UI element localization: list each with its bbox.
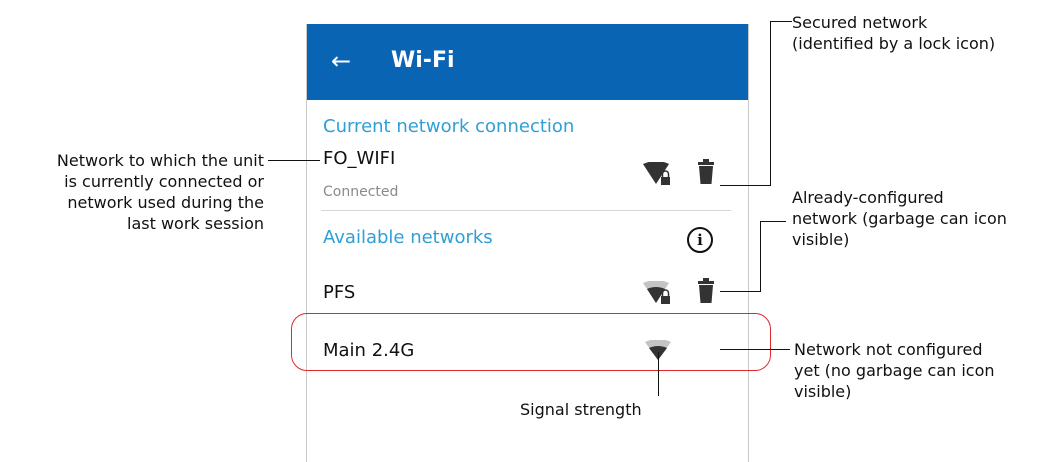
callout-line (720, 349, 790, 350)
annotation-line: Network to which the unit (56, 151, 264, 170)
annotation-line: is currently connected or (64, 172, 264, 191)
network-name: PFS (323, 282, 356, 303)
annotation-line: network used during the (67, 193, 264, 212)
annotation-configured-network: Already-configured network (garbage can … (792, 187, 1007, 250)
annotation-line: Network not configured (794, 340, 983, 359)
annotation-line: (identified by a lock icon) (792, 34, 996, 53)
annotation-secured-network: Secured network (identified by a lock ic… (792, 12, 995, 54)
annotation-line: last work session (127, 214, 264, 233)
annotation-line: network (garbage can icon (792, 209, 1007, 228)
highlight-outline (291, 313, 771, 371)
callout-line (720, 291, 761, 292)
divider (321, 210, 731, 211)
wifi-secured-strong-icon (643, 162, 670, 185)
trash-icon[interactable] (696, 278, 716, 304)
page-title: Wi-Fi (391, 48, 455, 73)
info-icon[interactable]: i (687, 227, 713, 253)
current-network-name: FO_WIFI (323, 148, 396, 169)
wifi-screen: ← Wi-Fi Current network connection FO_WI… (306, 24, 749, 462)
annotation-line: visible) (792, 230, 850, 249)
annotation-line: visible) (794, 382, 852, 401)
trash-icon[interactable] (696, 159, 716, 185)
annotation-not-configured-network: Network not configured yet (no garbage c… (794, 339, 995, 402)
annotation-line: Already-configured (792, 188, 944, 207)
callout-line (720, 185, 771, 186)
callout-line (760, 221, 761, 291)
annotation-signal-strength: Signal strength (520, 400, 642, 419)
callout-line (268, 160, 320, 161)
annotation-line: Secured network (792, 13, 928, 32)
annotation-line: yet (no garbage can icon (794, 361, 995, 380)
back-arrow-icon[interactable]: ← (331, 46, 357, 76)
callout-line (658, 352, 659, 396)
wifi-secured-medium-icon (643, 281, 670, 304)
available-networks-section-label: Available networks (323, 227, 493, 248)
callout-line (760, 221, 786, 222)
annotation-connected-network: Network to which the unit is currently c… (57, 150, 264, 234)
app-bar: ← Wi-Fi (307, 24, 748, 100)
current-network-status: Connected (323, 184, 399, 200)
current-network-section-label: Current network connection (323, 116, 575, 137)
callout-line (770, 21, 792, 22)
callout-line (770, 21, 771, 185)
